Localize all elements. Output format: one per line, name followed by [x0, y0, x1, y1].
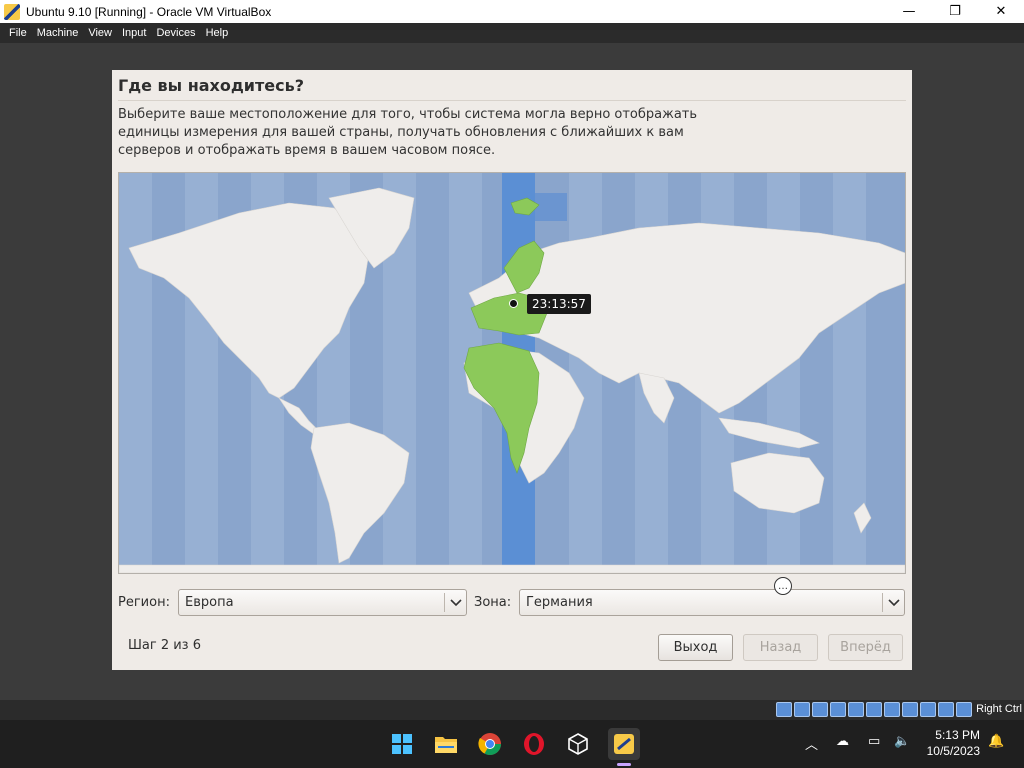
timezone-map[interactable]: 23:13:57: [118, 172, 906, 574]
vbox-status-bar: Right Ctrl: [0, 700, 1024, 720]
menu-machine[interactable]: Machine: [37, 27, 79, 39]
menu-help[interactable]: Help: [206, 27, 229, 39]
chevron-up-icon[interactable]: ︿: [805, 734, 818, 753]
chrome-icon[interactable]: [474, 728, 506, 760]
installer-dialog: Где вы находитесь? Выберите ваше местопо…: [112, 70, 912, 670]
keyboard-icon[interactable]: [956, 702, 972, 717]
audio-icon[interactable]: [812, 702, 828, 717]
menu-devices[interactable]: Devices: [156, 27, 195, 39]
page-title: Где вы находитесь?: [118, 76, 305, 95]
zone-select[interactable]: Германия: [519, 589, 905, 616]
network-status-icon[interactable]: ▭: [868, 734, 880, 749]
onedrive-icon[interactable]: ☁: [836, 734, 849, 749]
windows-start-icon[interactable]: [386, 728, 418, 760]
host-key-label: Right Ctrl: [976, 703, 1022, 715]
title-bar: Ubuntu 9.10 [Running] - Oracle VM Virtua…: [0, 0, 1024, 23]
menu-file[interactable]: File: [9, 27, 27, 39]
file-explorer-icon[interactable]: [430, 728, 462, 760]
display-icon[interactable]: [884, 702, 900, 717]
step-indicator: Шаг 2 из 6: [128, 638, 201, 653]
menu-view[interactable]: View: [88, 27, 112, 39]
virtualbox-app-icon: [4, 3, 20, 20]
usb-icon[interactable]: [848, 702, 864, 717]
virtualbox-icon[interactable]: [562, 728, 594, 760]
back-button[interactable]: Назад: [743, 634, 818, 661]
zone-value: Германия: [526, 595, 593, 610]
clock-time: 5:13 PM: [935, 728, 980, 742]
volume-muted-icon[interactable]: 🔈: [894, 734, 910, 749]
opera-icon[interactable]: [518, 728, 550, 760]
system-clock[interactable]: 5:13 PM 10/5/2023: [927, 727, 980, 759]
active-app-indicator: [617, 763, 631, 766]
hard-disk-icon[interactable]: [776, 702, 792, 717]
location-marker: [509, 299, 518, 308]
virtualbox-vm-icon[interactable]: [608, 728, 640, 760]
mouse-integration-icon[interactable]: [938, 702, 954, 717]
divider: [118, 100, 906, 101]
busy-cursor-icon: …: [774, 577, 792, 595]
shared-folders-icon[interactable]: [866, 702, 882, 717]
close-button[interactable]: ✕: [978, 0, 1024, 23]
notifications-bell-icon[interactable]: 🔔: [988, 734, 1004, 749]
clock-date: 10/5/2023: [926, 744, 980, 758]
page-description: Выберите ваше местоположение для того, ч…: [118, 107, 698, 158]
menu-input[interactable]: Input: [122, 27, 146, 39]
window-title: Ubuntu 9.10 [Running] - Oracle VM Virtua…: [26, 4, 272, 19]
optical-drive-icon[interactable]: [794, 702, 810, 717]
world-map: [119, 173, 905, 573]
time-tooltip: 23:13:57: [527, 294, 591, 314]
network-icon[interactable]: [830, 702, 846, 717]
windows-taskbar: ︿ ☁ ▭ 🔈 5:13 PM 10/5/2023 🔔: [0, 720, 1024, 768]
recording-icon[interactable]: [902, 702, 918, 717]
quit-button[interactable]: Выход: [658, 634, 733, 661]
forward-button[interactable]: Вперёд: [828, 634, 903, 661]
menu-bar: File Machine View Input Devices Help: [0, 23, 1024, 43]
restore-button[interactable]: ❐: [932, 0, 978, 23]
region-value: Европа: [185, 595, 234, 610]
cpu-icon[interactable]: [920, 702, 936, 717]
chevron-down-icon: [883, 590, 904, 615]
zone-label: Зона:: [474, 595, 512, 610]
chevron-down-icon: [445, 590, 466, 615]
minimize-button[interactable]: —: [886, 0, 932, 23]
region-select[interactable]: Европа: [178, 589, 467, 616]
region-label: Регион:: [118, 595, 170, 610]
